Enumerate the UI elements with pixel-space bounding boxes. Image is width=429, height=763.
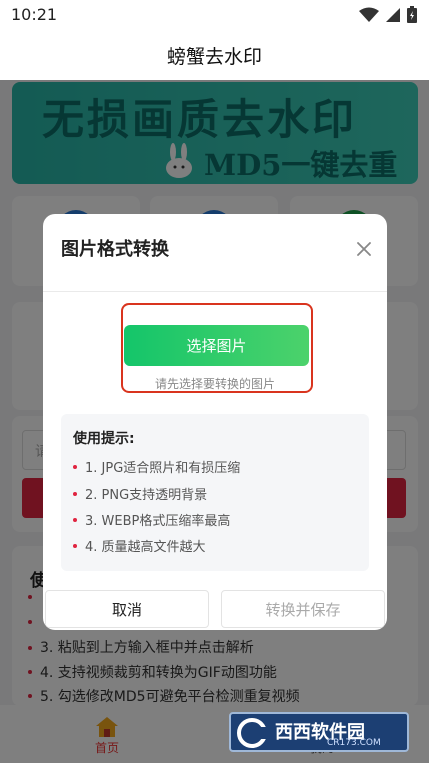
signal-icon	[386, 7, 400, 22]
dialog-footer: 取消 转换并保存	[43, 588, 387, 630]
close-icon[interactable]	[355, 240, 373, 258]
select-image-button[interactable]: 选择图片	[124, 325, 309, 366]
tip-item: 4. 质量越高文件越大	[73, 536, 206, 555]
dialog-divider	[43, 291, 387, 292]
tip-item: 2. PNG支持透明背景	[73, 484, 207, 503]
status-bar: 10:21	[0, 0, 429, 30]
tip-text: 1. JPG适合照片和有损压缩	[85, 461, 241, 476]
tip-item: 3. WEBP格式压缩率最高	[73, 510, 230, 529]
tip-text: 4. 质量越高文件越大	[85, 540, 206, 555]
tip-item: 1. JPG适合照片和有损压缩	[73, 457, 240, 476]
tip-bullet	[73, 464, 77, 469]
image-format-dialog: 图片格式转换 选择图片 请先选择要转换的图片 使用提示: 1. JPG适合照片和…	[43, 214, 387, 630]
tip-bullet	[73, 491, 77, 496]
tip-text: 2. PNG支持透明背景	[85, 488, 208, 503]
tips-box: 使用提示: 1. JPG适合照片和有损压缩 2. PNG支持透明背景 3. WE…	[61, 414, 369, 571]
watermark-logo-icon	[237, 718, 271, 748]
cancel-button[interactable]: 取消	[45, 590, 209, 628]
status-time: 10:21	[11, 5, 58, 24]
site-watermark: 西西软件园 CR173.COM	[229, 712, 409, 752]
convert-save-button[interactable]: 转换并保存	[221, 590, 385, 628]
wifi-icon	[359, 7, 379, 22]
tip-bullet	[73, 543, 77, 548]
battery-icon	[407, 6, 417, 23]
app-title: 螃蟹去水印	[166, 46, 262, 68]
select-hint: 请先选择要转换的图片	[154, 377, 275, 391]
dialog-title: 图片格式转换	[61, 239, 169, 260]
tip-bullet	[73, 517, 77, 522]
tips-title: 使用提示:	[73, 431, 135, 447]
app-header: 螃蟹去水印	[0, 30, 429, 80]
tip-text: 3. WEBP格式压缩率最高	[85, 514, 231, 529]
status-icons	[359, 6, 417, 23]
watermark-url: CR173.COM	[327, 738, 381, 748]
